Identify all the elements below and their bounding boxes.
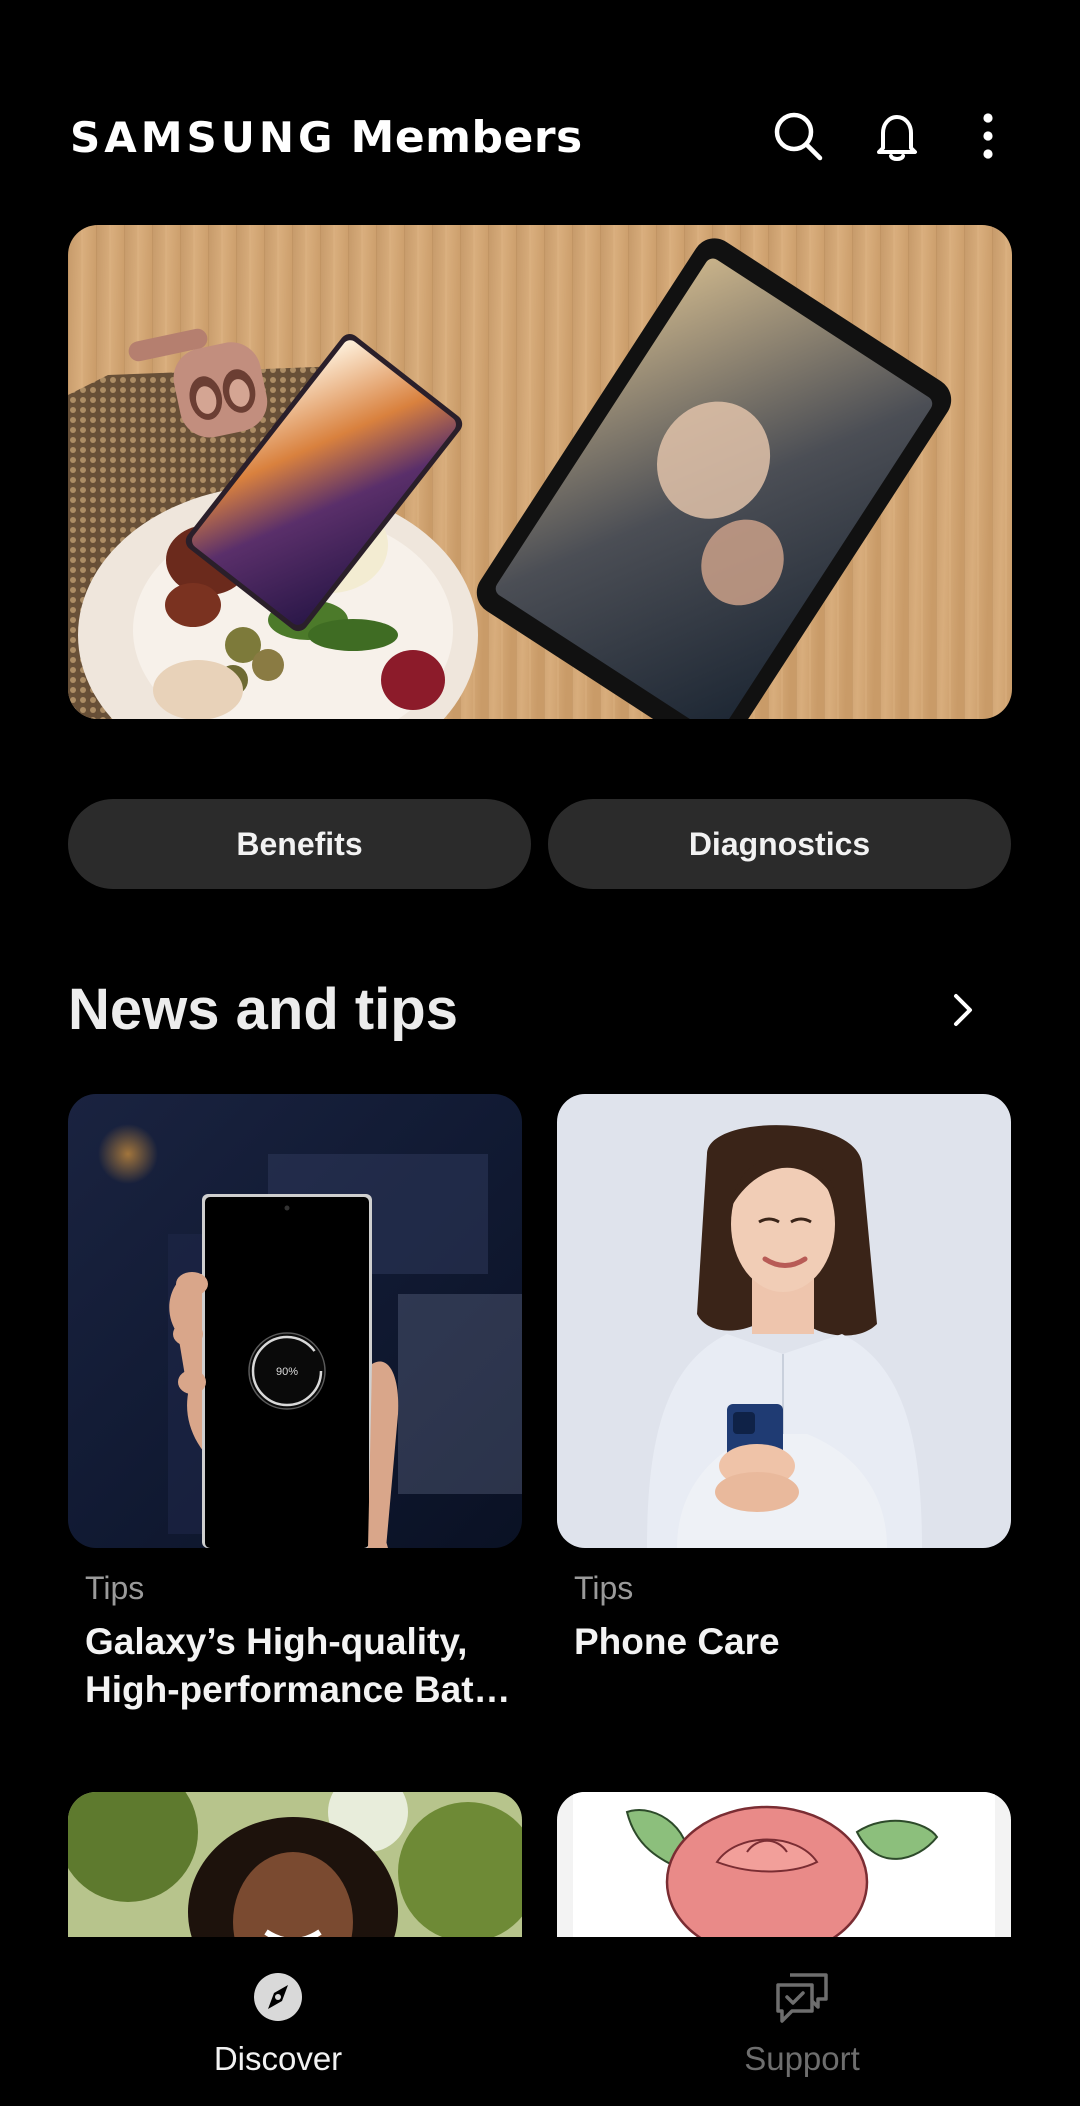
diagnostics-button[interactable]: Diagnostics [548,799,1011,889]
news-card[interactable]: Tips Phone Care [557,1094,1011,1734]
bell-icon [877,115,917,161]
news-card-category: Tips [85,1570,145,1606]
brand-wordmark: SAMSUNG [70,113,337,162]
woman-with-phone-image [557,1094,1011,1548]
brand-product: Members [350,112,583,163]
nav-tab-support[interactable]: Support [532,1937,1072,2106]
compass-icon [254,1973,302,2021]
battery-phone-image: 90% [68,1094,522,1548]
nav-tab-discover[interactable]: Discover [8,1937,548,2106]
app-logo: SAMSUNG Members [70,108,583,166]
search-icon [774,112,823,161]
news-card-partial[interactable] [557,1792,1011,1937]
news-card-partial[interactable] [68,1792,522,1937]
smiling-woman-image [68,1792,522,1937]
news-card-title: Galaxy’s High-quality, High-performance … [85,1621,511,1710]
news-card-category: Tips [574,1570,634,1606]
chat-support-icon [776,1973,828,2023]
news-card[interactable]: 90% Tips Galaxy’s High-quality, High-per… [68,1094,522,1734]
app-header: SAMSUNG Members [0,0,1080,220]
news-see-all-button[interactable] [930,978,994,1042]
benefits-button[interactable]: Benefits [68,799,531,889]
news-card-thumbnail: 90% [68,1094,522,1548]
rose-drawing-image [557,1792,1011,1937]
more-options-button[interactable] [956,104,1020,168]
chevron-right-icon [954,994,972,1026]
search-button[interactable] [766,104,830,168]
hero-image [68,225,1012,719]
nav-label-discover: Discover [213,2040,343,2077]
news-card-thumbnail [557,1094,1011,1548]
more-vert-icon [983,113,993,159]
section-title-news: News and tips [68,977,458,1042]
battery-level-text: 90% [276,1366,298,1378]
bottom-navigation: Discover Support [0,1937,1080,2106]
nav-label-support: Support [744,2040,860,2077]
news-card-title: Phone Care [574,1621,780,1662]
hero-banner[interactable] [68,225,1012,719]
notifications-button[interactable] [865,104,929,168]
